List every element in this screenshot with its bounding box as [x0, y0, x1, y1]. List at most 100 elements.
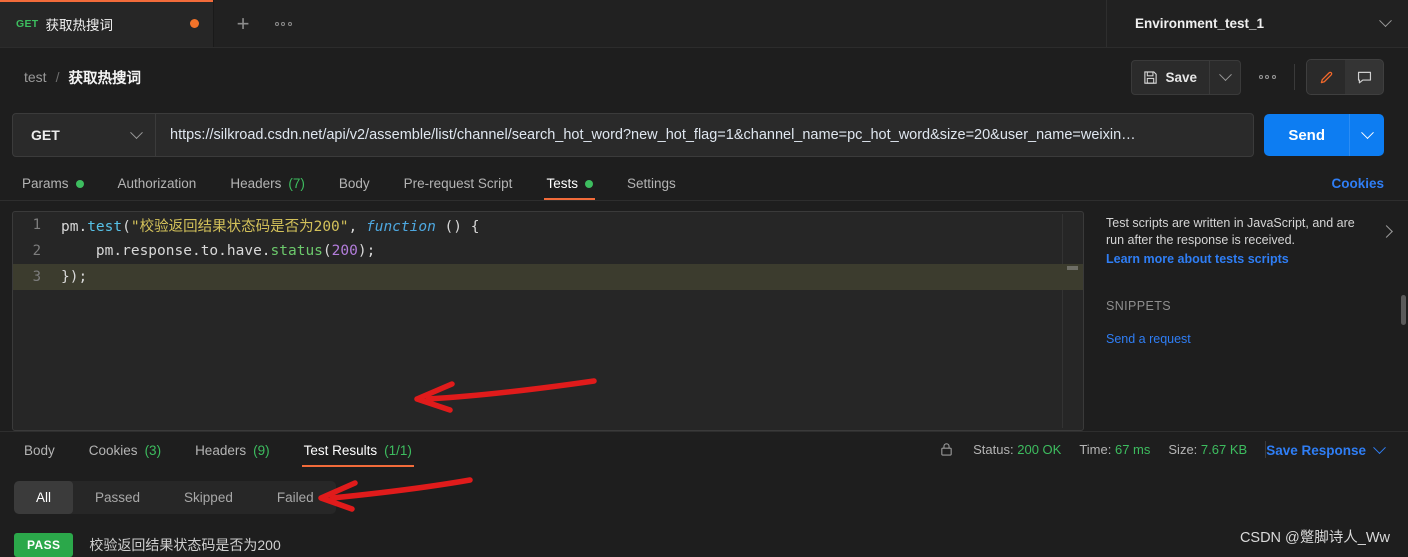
line-number: 1 — [32, 217, 41, 233]
url-input[interactable]: https://silkroad.csdn.net/api/v2/assembl… — [156, 114, 1253, 156]
breadcrumb-separator: / — [55, 69, 60, 85]
toolbar-divider — [1294, 64, 1295, 90]
tab-label: Tests — [546, 176, 578, 191]
response-tabs-row: Body Cookies (3) Headers (9) Test Result… — [0, 432, 1408, 467]
tab-label: Headers — [230, 176, 282, 191]
snippets-title: SNIPPETS — [1106, 299, 1172, 313]
send-button-group: Send — [1264, 114, 1384, 156]
tab-label: Authorization — [117, 176, 197, 191]
filter-all[interactable]: All — [14, 481, 74, 514]
tests-editor-area: 1 pm.test("校验返回结果状态码是否为200", function () … — [0, 201, 1408, 431]
response-tab-test-results[interactable]: Test Results (1/1) — [301, 443, 415, 467]
tab-headers[interactable]: Headers (7) — [230, 176, 305, 200]
code-token: , — [348, 218, 366, 235]
unsaved-changes-dot — [190, 19, 199, 28]
save-response-button[interactable]: Save Response — [1266, 441, 1386, 467]
tab-authorization[interactable]: Authorization — [118, 176, 197, 200]
comment-icon — [1357, 71, 1371, 83]
cookies-link[interactable]: Cookies — [1331, 176, 1384, 200]
request-more-options-icon[interactable] — [1251, 61, 1283, 93]
http-method-select[interactable]: GET — [13, 114, 156, 156]
send-button[interactable]: Send — [1264, 114, 1349, 156]
filter-passed[interactable]: Passed — [73, 481, 162, 514]
code-token: pm — [61, 218, 79, 235]
code-text: pm.response.to.have.status(200); — [55, 243, 375, 259]
tab-params[interactable]: Params — [22, 176, 84, 200]
code-token: }); — [61, 269, 88, 285]
chevron-down-icon — [1360, 125, 1374, 139]
environment-selector[interactable]: Environment_test_1 — [1106, 0, 1408, 47]
pencil-icon — [1320, 71, 1332, 83]
green-dot-icon — [584, 179, 593, 188]
tab-options-icon[interactable] — [268, 10, 298, 38]
collapse-help-button[interactable] — [1376, 215, 1396, 238]
save-button-label: Save — [1165, 69, 1197, 85]
editor-scroll-thumb[interactable] — [1067, 266, 1078, 270]
tab-pre-request-script[interactable]: Pre-request Script — [404, 176, 513, 200]
code-token: ); — [357, 243, 376, 259]
tab-label: Settings — [626, 176, 676, 191]
tab-count: (7) — [288, 176, 305, 191]
send-options-button[interactable] — [1349, 114, 1384, 156]
line-number: 3 — [32, 269, 41, 285]
response-meta: Status: 200 OK Time: 67 ms Size: 7.67 KB — [938, 441, 1267, 467]
time-label: Time: 67 ms — [1079, 442, 1150, 457]
code-token: status — [270, 243, 323, 259]
filter-failed[interactable]: Failed — [255, 481, 336, 514]
status-label: Status: 200 OK — [973, 442, 1061, 457]
tab-label: Pre-request Script — [403, 176, 513, 191]
code-lines: 1 pm.test("校验返回结果状态码是否为200", function () … — [13, 212, 1083, 290]
tab-tests[interactable]: Tests — [544, 176, 595, 200]
environment-name: Environment_test_1 — [1135, 16, 1265, 31]
chevron-down-icon — [1379, 14, 1392, 28]
tab-body[interactable]: Body — [339, 176, 370, 200]
code-token: function — [365, 218, 436, 235]
green-dot-icon — [75, 179, 84, 188]
view-toggle-group — [1306, 59, 1384, 95]
tab-label: Params — [22, 176, 69, 191]
code-token: () { — [435, 218, 480, 235]
help-description: Test scripts are written in JavaScript, … — [1106, 216, 1355, 247]
size-value: 7.67 KB — [1200, 442, 1248, 457]
code-editor[interactable]: 1 pm.test("校验返回结果状态码是否为200", function () … — [12, 211, 1084, 431]
code-token: ( — [122, 218, 131, 235]
postman-window: GET 获取热搜词 + Environment_test_1 test / 获取… — [0, 0, 1408, 557]
editor-scrollbar[interactable] — [1045, 214, 1081, 428]
breadcrumb-collection[interactable]: test — [24, 69, 47, 85]
page-title: 获取热搜词 — [68, 70, 141, 87]
request-tab-get-hot-words[interactable]: GET 获取热搜词 — [0, 0, 214, 47]
tab-label: Body — [24, 443, 55, 458]
tab-label: Test Results — [303, 443, 378, 458]
edit-button[interactable] — [1307, 60, 1345, 94]
code-text: }); — [55, 269, 87, 285]
tab-settings[interactable]: Settings — [627, 176, 676, 200]
lock-icon — [941, 443, 952, 456]
code-token: ( — [322, 243, 332, 259]
help-pane-scroll-thumb[interactable] — [1401, 295, 1406, 325]
comments-button[interactable] — [1345, 60, 1383, 94]
save-options-button[interactable] — [1209, 60, 1240, 94]
response-tab-headers[interactable]: Headers (9) — [195, 443, 270, 467]
floppy-disk-icon — [1144, 70, 1158, 84]
snippet-send-a-request[interactable]: Send a request — [1106, 332, 1396, 346]
learn-more-link[interactable]: Learn more about tests scripts — [1106, 252, 1396, 266]
time-label-text: Time: — [1079, 442, 1112, 457]
line-number: 2 — [32, 243, 41, 259]
test-result-name: 校验返回结果状态码是否为200 — [89, 537, 281, 553]
code-line: 3}); — [13, 264, 1083, 290]
save-button[interactable]: Save — [1132, 61, 1209, 94]
new-tab-icon[interactable]: + — [228, 9, 258, 39]
filter-skipped[interactable]: Skipped — [162, 481, 255, 514]
response-tab-body[interactable]: Body — [24, 443, 55, 467]
chevron-down-icon — [1218, 67, 1232, 81]
tab-label: Body — [338, 176, 370, 191]
request-tab-method: GET — [16, 17, 39, 30]
tab-label: Headers — [195, 443, 247, 458]
tab-label: Cookies — [88, 443, 138, 458]
status-label-text: Status: — [973, 442, 1014, 457]
tab-count: (1/1) — [384, 443, 412, 458]
request-section-tabs: Params Authorization Headers (7) Body Pr… — [0, 164, 1408, 201]
filter-group: All Passed Skipped Failed — [14, 481, 336, 514]
code-token: 200 — [331, 243, 358, 259]
response-tab-cookies[interactable]: Cookies (3) — [89, 443, 161, 467]
